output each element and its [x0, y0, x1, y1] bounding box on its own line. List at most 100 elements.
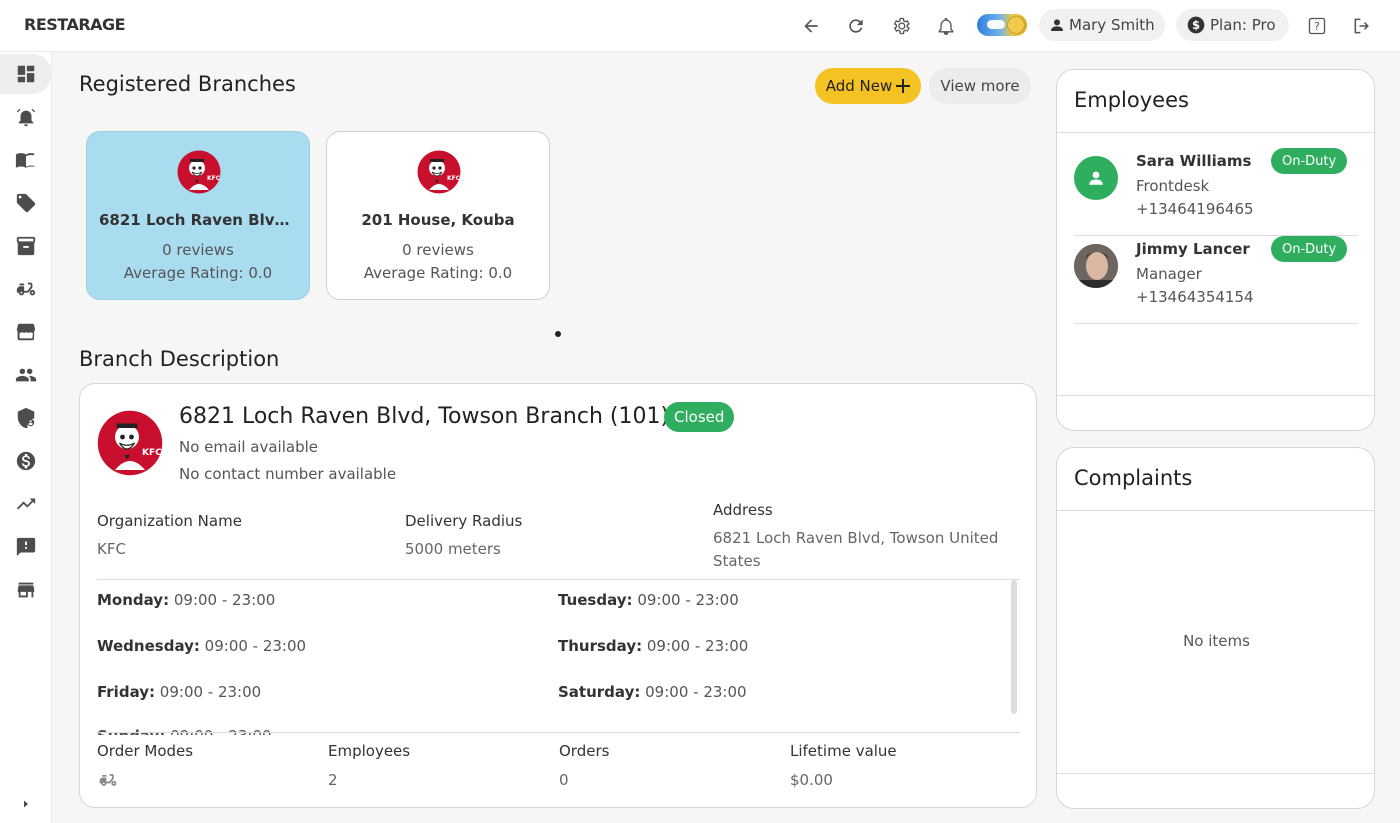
employee-row[interactable]: Sara Williams Frontdesk +13464196465 On-… — [1074, 148, 1358, 236]
notification-bell-icon[interactable] — [933, 13, 959, 39]
theme-toggle[interactable] — [977, 14, 1027, 36]
empty-state-text: No items — [1183, 632, 1250, 650]
employee-row[interactable]: Jimmy Lancer Manager +13464354154 On-Dut… — [1074, 236, 1358, 324]
feedback-icon — [16, 537, 36, 557]
trending-up-icon — [16, 498, 36, 510]
sidebar-item-dashboard[interactable] — [0, 54, 52, 94]
organization-value: KFC — [97, 540, 126, 558]
branch-description-panel: 6821 Loch Raven Blvd, Towson Branch (101… — [79, 383, 1037, 808]
add-new-button[interactable]: Add New — [815, 68, 921, 104]
sidebar-item-complaints[interactable] — [0, 527, 52, 567]
kfc-logo-icon — [97, 410, 163, 476]
delivery-radius-value: 5000 meters — [405, 540, 501, 558]
sidebar-item-store[interactable] — [0, 570, 52, 610]
archive-box-icon — [16, 236, 36, 256]
sidebar-item-inventory[interactable] — [0, 226, 52, 266]
branch-card[interactable]: 201 House, Kouba 0 reviews Average Ratin… — [326, 131, 550, 300]
branch-rating: Average Rating: 0.0 — [123, 264, 273, 282]
status-badge: On-Duty — [1271, 236, 1348, 262]
order-modes-label: Order Modes — [97, 742, 194, 760]
employee-name: Jimmy Lancer — [1136, 240, 1250, 258]
chevron-right-icon — [24, 800, 28, 808]
divider — [97, 732, 1020, 733]
branch-full-name: 6821 Loch Raven Blvd, Towson Branch (101… — [179, 404, 670, 429]
branch-card[interactable]: 6821 Loch Raven Blvd, Towson Branch (101… — [86, 131, 310, 300]
hours-tuesday: Tuesday: 09:00 - 23:00 — [558, 591, 739, 609]
plan-button[interactable]: $ Plan: Pro — [1176, 9, 1289, 41]
store-icon — [17, 582, 35, 598]
address-value: 6821 Loch Raven Blvd, Towson United Stat… — [713, 529, 999, 570]
hours-friday: Friday: 09:00 - 23:00 — [97, 683, 262, 701]
user-icon — [1051, 19, 1063, 31]
user-name: Mary Smith — [1069, 16, 1155, 34]
add-new-label: Add New — [825, 77, 893, 95]
divider — [1057, 510, 1374, 511]
user-menu-button[interactable]: Mary Smith — [1039, 9, 1165, 41]
branch-name: 201 House, Kouba — [361, 211, 515, 229]
employee-role: Frontdesk — [1136, 177, 1210, 195]
settings-gear-icon[interactable] — [888, 13, 914, 39]
view-more-button[interactable]: View more — [929, 68, 1031, 104]
cloud-icon — [987, 20, 1005, 29]
branch-description-title: Branch Description — [79, 347, 280, 371]
hours-saturday: Saturday: 09:00 - 23:00 — [558, 683, 747, 701]
hours-wednesday: Wednesday: 09:00 - 23:00 — [97, 637, 307, 655]
employees-count: 2 — [328, 771, 338, 789]
app-logo[interactable]: RESTARAGE — [24, 15, 126, 34]
employee-role: Manager — [1136, 265, 1202, 283]
plus-icon — [896, 79, 911, 93]
branch-name: 6821 Loch Raven Blvd, Towson Branch (101… — [99, 211, 297, 229]
delivery-scooter-icon — [16, 282, 36, 296]
refresh-icon[interactable] — [843, 13, 869, 39]
svg-text:$: $ — [1192, 18, 1200, 32]
avatar-photo — [1074, 244, 1118, 288]
sidebar-item-analytics[interactable] — [0, 484, 52, 524]
sidebar-item-notifications[interactable] — [0, 97, 52, 137]
sidebar-item-payments[interactable] — [0, 441, 52, 481]
divider — [1057, 773, 1374, 774]
sidebar — [0, 52, 52, 823]
branch-phone: No contact number available — [179, 465, 397, 483]
divider — [97, 579, 1020, 580]
employee-name: Sara Williams — [1136, 152, 1252, 170]
hours-thursday: Thursday: 09:00 - 23:00 — [558, 637, 749, 655]
avatar — [1074, 244, 1118, 288]
branch-rating: Average Rating: 0.0 — [363, 264, 513, 282]
divider — [1057, 395, 1374, 396]
employees-label: Employees — [328, 742, 411, 760]
sidebar-item-security[interactable] — [0, 398, 52, 438]
shield-user-icon — [17, 407, 35, 429]
dashboard-icon — [17, 65, 35, 83]
tags-icon — [16, 193, 36, 213]
employee-phone: +13464196465 — [1136, 200, 1254, 218]
help-icon[interactable]: ? — [1304, 13, 1330, 39]
sun-icon — [1007, 16, 1025, 34]
orders-label: Orders — [559, 742, 610, 760]
storefront-icon — [16, 323, 36, 341]
kfc-logo-icon — [177, 150, 221, 194]
carousel-dot[interactable] — [555, 331, 561, 337]
sidebar-item-offers[interactable] — [0, 183, 52, 223]
top-bar: RESTARAGE Mary Smith $ Plan: Pro ? — [0, 0, 1400, 52]
employee-phone: +13464354154 — [1136, 288, 1254, 306]
user-icon — [1089, 171, 1103, 185]
sidebar-expand-button[interactable] — [0, 784, 52, 823]
hours-monday: Monday: 09:00 - 23:00 — [97, 591, 276, 609]
address-label: Address — [713, 501, 773, 519]
branch-email: No email available — [179, 438, 319, 456]
sidebar-item-delivery[interactable] — [0, 269, 52, 309]
back-arrow-icon[interactable] — [798, 13, 824, 39]
delivery-scooter-icon — [99, 774, 117, 786]
delivery-radius-label: Delivery Radius — [405, 512, 523, 530]
sidebar-item-employees[interactable] — [0, 355, 52, 395]
people-icon — [15, 368, 37, 382]
sidebar-item-branches[interactable] — [0, 312, 52, 352]
hours-sunday: Sunday: 09:00 - 23:00 — [97, 727, 277, 735]
dollar-circle-icon — [16, 451, 36, 471]
hours-scrollbar[interactable] — [1011, 580, 1017, 714]
status-badge: Closed — [664, 402, 735, 432]
logout-icon[interactable] — [1349, 13, 1375, 39]
registered-branches-title: Registered Branches — [79, 72, 296, 96]
employees-panel-title: Employees — [1074, 88, 1189, 112]
sidebar-item-menu[interactable] — [0, 140, 52, 180]
